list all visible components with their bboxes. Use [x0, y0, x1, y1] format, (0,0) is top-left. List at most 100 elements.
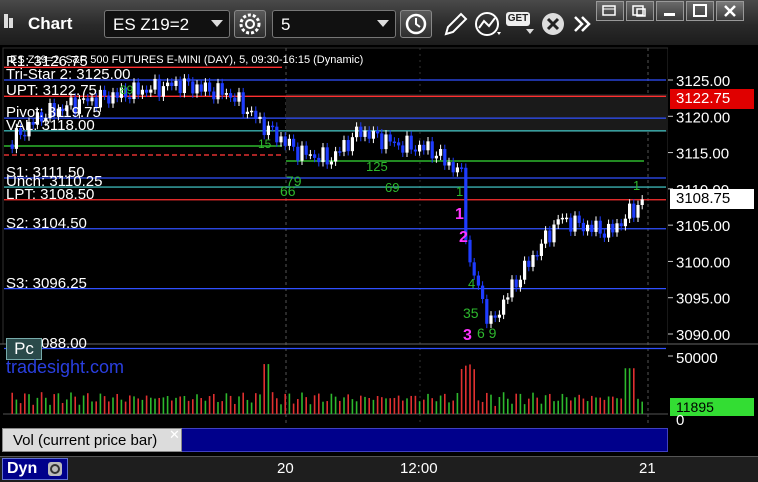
volume-bar [137, 398, 139, 414]
close-icon [724, 5, 736, 17]
clock-icon [405, 13, 427, 35]
candle-body [350, 137, 354, 152]
symbol-dropdown[interactable]: ES Z19=2 [104, 10, 230, 38]
volume-axis-top: 50000 [676, 350, 718, 367]
remove-indicator-icon[interactable]: ✕ [169, 428, 183, 443]
volume-label-text: Vol (current price bar) [13, 432, 158, 449]
volume-bar [112, 397, 114, 414]
watermark: tradesight.com [6, 357, 125, 377]
indicators-button[interactable] [472, 10, 504, 38]
volume-bar [284, 393, 286, 414]
volume-bar [99, 393, 102, 414]
restore-button[interactable] [626, 1, 654, 21]
sequence-marker: 15 [258, 137, 272, 151]
chevron-down-icon [526, 29, 534, 34]
price-chart-canvas: 123796612569356 94111589 3125.003120.003… [0, 46, 758, 456]
window-close-button[interactable] [716, 1, 744, 21]
volume-bar [204, 400, 207, 414]
level-label: S3: 3096.25 [6, 274, 87, 292]
draw-button[interactable] [440, 10, 470, 38]
volume-bar [620, 398, 622, 414]
volume-bar [154, 398, 156, 414]
candle-body [304, 145, 308, 155]
volume-bar [595, 397, 597, 414]
candle-body [334, 151, 338, 162]
volume-bar [490, 394, 492, 414]
price-chart[interactable]: 1 2 3 79 66 125 69 35 6 9 4 1 1 15 89 3125.00 3120.00 3… [0, 46, 758, 456]
interval-value: 5 [281, 15, 291, 34]
volume-bar [61, 402, 64, 414]
volume-bar [78, 404, 81, 414]
volume-bar [515, 393, 517, 414]
price-axis-label: 3125.00 [676, 73, 730, 90]
candle-body [149, 89, 153, 93]
volume-bar [628, 368, 631, 414]
level-label: LPT: 3108.50 [6, 185, 95, 203]
volume-bar [561, 393, 564, 414]
candle-body [191, 81, 195, 94]
get-button[interactable]: GET [506, 12, 536, 36]
scroll-right-button[interactable] [572, 14, 592, 34]
chevron-down-icon [211, 20, 223, 27]
volume-bar [208, 396, 211, 414]
volume-indicator-label[interactable]: Vol (current price bar) [2, 428, 182, 452]
volume-bar [162, 397, 165, 414]
candle-body [136, 82, 140, 95]
volume-bar [255, 393, 257, 414]
candle-body [258, 116, 262, 119]
volume-bar [633, 368, 635, 414]
candle-body [623, 218, 627, 227]
candle-body [472, 262, 476, 276]
candle-body [447, 162, 451, 166]
settings-button[interactable] [234, 10, 266, 38]
gear-icon [239, 13, 261, 35]
candle-body [569, 217, 573, 232]
candle-body [409, 135, 413, 150]
candle-body [342, 140, 346, 152]
volume-bar [313, 395, 316, 414]
candle-body [187, 78, 191, 82]
volume-bar [141, 399, 144, 414]
candle-body [23, 134, 27, 137]
candle-body [510, 279, 514, 298]
candle-body [203, 82, 207, 92]
volume-bar [53, 394, 55, 414]
minimize-button[interactable] [656, 1, 684, 21]
candle-body [363, 130, 367, 137]
price-axis-label: 3105.00 [676, 218, 730, 235]
candle-body [254, 110, 258, 119]
dynamic-mode-button[interactable]: Dyn [2, 458, 68, 480]
volume-bar [280, 404, 282, 414]
volume-bar [271, 392, 274, 414]
time-label-noon: 12:00 [400, 460, 438, 477]
interval-dropdown[interactable]: 5 [272, 10, 396, 38]
volume-bar [250, 402, 253, 414]
volume-bar [431, 398, 433, 414]
sequence-marker: 6 9 [477, 325, 497, 341]
volume-bar [418, 401, 421, 414]
candle-body [434, 155, 438, 159]
title-bar: Chart ES Z19=2 5 GET [0, 0, 758, 46]
volume-bar [360, 395, 362, 414]
volume-bar [129, 395, 131, 414]
volume-bar [376, 396, 379, 414]
volume-bar [355, 401, 358, 414]
candle-body [308, 154, 312, 156]
window-menu-button[interactable] [596, 1, 624, 21]
volume-bar [616, 398, 618, 414]
candle-body [170, 82, 174, 87]
time-button[interactable] [400, 10, 432, 38]
volume-bar [444, 393, 446, 414]
candle-body [325, 147, 329, 165]
window-title: Chart [28, 14, 73, 33]
candle-body [296, 146, 300, 161]
maximize-icon [693, 4, 707, 17]
close-chart-button[interactable] [540, 11, 566, 37]
maximize-button[interactable] [686, 1, 714, 21]
volume-bar [45, 397, 47, 414]
current-price-tag: 3122.75 [670, 89, 754, 109]
candle-body [317, 157, 321, 163]
candle-body [489, 315, 493, 324]
volume-bar [183, 396, 186, 414]
candle-body [321, 147, 325, 163]
